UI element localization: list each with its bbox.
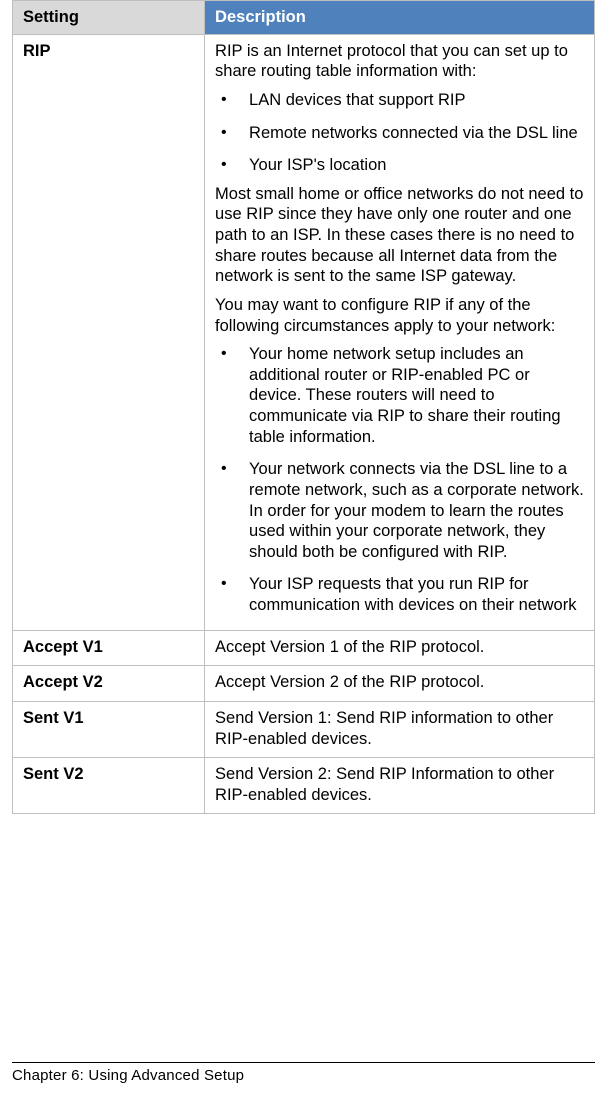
desc-text: Accept Version 1 of the RIP protocol. bbox=[215, 637, 586, 658]
desc-text: Send Version 2: Send RIP Information to … bbox=[215, 764, 586, 805]
table-row: Accept V1 Accept Version 1 of the RIP pr… bbox=[13, 630, 595, 666]
footer-rule bbox=[12, 1062, 595, 1063]
desc-text: Accept Version 2 of the RIP protocol. bbox=[215, 672, 586, 693]
setting-desc-sent-v1: Send Version 1: Send RIP information to … bbox=[205, 701, 595, 757]
list-item: Your ISP's location bbox=[215, 155, 586, 176]
setting-desc-rip: RIP is an Internet protocol that you can… bbox=[205, 34, 595, 630]
list-item: Your ISP requests that you run RIP for c… bbox=[215, 574, 586, 615]
footer-text: Chapter 6: Using Advanced Setup bbox=[12, 1067, 595, 1086]
setting-name-sent-v2: Sent V2 bbox=[13, 758, 205, 814]
table-row: Sent V1 Send Version 1: Send RIP informa… bbox=[13, 701, 595, 757]
page-footer: Chapter 6: Using Advanced Setup bbox=[12, 1062, 595, 1086]
setting-name-accept-v2: Accept V2 bbox=[13, 666, 205, 702]
rip-para-3: You may want to configure RIP if any of … bbox=[215, 295, 586, 336]
header-setting: Setting bbox=[13, 1, 205, 35]
settings-table: Setting Description RIP RIP is an Intern… bbox=[12, 0, 595, 814]
rip-intro: RIP is an Internet protocol that you can… bbox=[215, 41, 586, 82]
list-item: LAN devices that support RIP bbox=[215, 90, 586, 111]
setting-desc-accept-v1: Accept Version 1 of the RIP protocol. bbox=[205, 630, 595, 666]
table-row: Sent V2 Send Version 2: Send RIP Informa… bbox=[13, 758, 595, 814]
rip-list-1: LAN devices that support RIP Remote netw… bbox=[215, 90, 586, 176]
table-row: RIP RIP is an Internet protocol that you… bbox=[13, 34, 595, 630]
rip-list-2: Your home network setup includes an addi… bbox=[215, 344, 586, 616]
header-description: Description bbox=[205, 1, 595, 35]
table-header-row: Setting Description bbox=[13, 1, 595, 35]
rip-para-2: Most small home or office networks do no… bbox=[215, 184, 586, 287]
setting-desc-sent-v2: Send Version 2: Send RIP Information to … bbox=[205, 758, 595, 814]
setting-desc-accept-v2: Accept Version 2 of the RIP protocol. bbox=[205, 666, 595, 702]
footer-chapter: Chapter 6: Using Advanced Setup bbox=[12, 1067, 244, 1084]
table-row: Accept V2 Accept Version 2 of the RIP pr… bbox=[13, 666, 595, 702]
list-item: Your home network setup includes an addi… bbox=[215, 344, 586, 447]
desc-text: Send Version 1: Send RIP information to … bbox=[215, 708, 586, 749]
list-item: Your network connects via the DSL line t… bbox=[215, 459, 586, 562]
setting-name-sent-v1: Sent V1 bbox=[13, 701, 205, 757]
setting-name-accept-v1: Accept V1 bbox=[13, 630, 205, 666]
list-item: Remote networks connected via the DSL li… bbox=[215, 123, 586, 144]
setting-name-rip: RIP bbox=[13, 34, 205, 630]
